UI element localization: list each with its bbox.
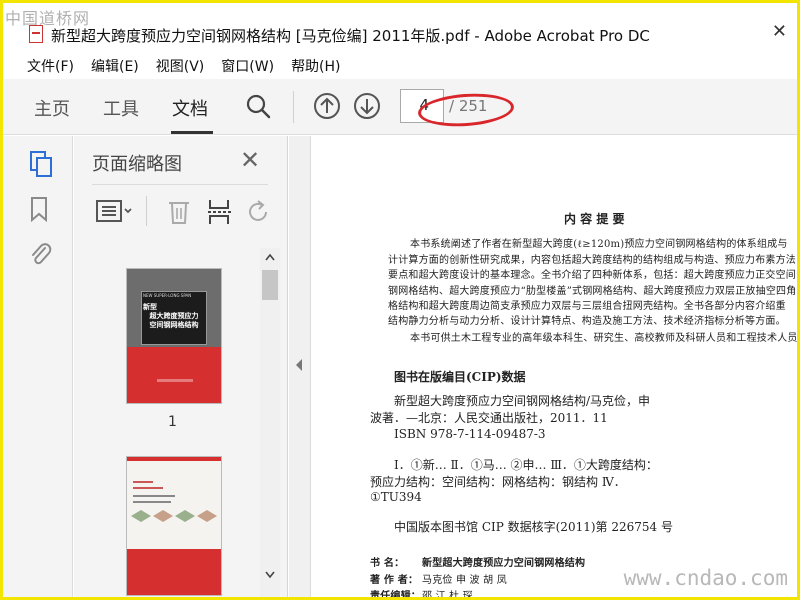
editor-label: 责任编辑： — [370, 591, 421, 597]
doc-paragraph-line: 结构静力分析与动力分析、设计计算特点、构造及施工方法、技术经济指标分析等方面。 — [388, 316, 786, 327]
cip-number: 中国版本图书馆 CIP 数据核字(2011)第 226754 号 — [394, 520, 673, 534]
thumbnail-scrollbar[interactable] — [260, 248, 280, 597]
panel-collapse-strip[interactable] — [289, 136, 311, 597]
page-thumbnail-1[interactable]: NEW SUPER-LONG SPAN 新型 超大跨度预应力 空间钢网格结构 — [126, 268, 222, 404]
panel-divider — [92, 184, 268, 185]
navigation-rail — [3, 136, 73, 597]
next-page-icon[interactable] — [353, 92, 381, 124]
cip-title: 图书在版编目(CIP)数据 — [394, 370, 526, 384]
bookname-label: 书 名： — [370, 558, 405, 569]
menu-edit[interactable]: 编辑(E) — [91, 56, 139, 76]
thumbnail-page-number: 1 — [168, 414, 177, 430]
class-line: ①TU394 — [370, 490, 422, 504]
thumb-cover-banner: NEW SUPER-LONG SPAN — [143, 293, 192, 298]
title-bar: 中国道桥网 新型超大跨度预应力空间钢网格结构 [马克俭编] 2011年版.pdf… — [3, 3, 797, 53]
thumbnail-list: NEW SUPER-LONG SPAN 新型 超大跨度预应力 空间钢网格结构 1 — [74, 246, 260, 597]
scrollbar-thumb[interactable] — [262, 270, 278, 300]
editor-value: 邵 江 杜 琛 — [422, 591, 473, 597]
search-icon[interactable] — [245, 93, 271, 123]
menu-help[interactable]: 帮助(H) — [291, 56, 340, 76]
rotate-icon[interactable] — [246, 198, 272, 230]
pdf-file-icon — [29, 25, 43, 43]
menu-bar: 文件(F) 编辑(E) 视图(V) 窗口(W) 帮助(H) — [3, 53, 797, 79]
cip-line: 新型超大跨度预应力空间钢网格结构/马克俭，申 — [394, 394, 651, 408]
doc-paragraph-line: 本书系统阐述了作者在新型超大跨度(ℓ≥120m)预应力空间钢网格结构的体系组成与 — [410, 239, 788, 250]
bookname-value: 新型超大跨度预应力空间钢网格结构 — [422, 558, 586, 569]
window-title: 新型超大跨度预应力空间钢网格结构 [马克俭编] 2011年版.pdf - Ado… — [51, 27, 650, 45]
panel-close-button[interactable]: ✕ — [240, 146, 260, 174]
tab-document[interactable]: 文档 — [172, 95, 208, 121]
thumb-cover-title: 新型 超大跨度预应力 空间钢网格结构 — [143, 303, 199, 329]
thumbnail-options-icon[interactable] — [96, 198, 134, 228]
authors-value: 马克俭 申 波 胡 凤 — [422, 575, 507, 586]
active-tab-indicator — [171, 131, 213, 134]
attachment-icon[interactable] — [29, 240, 53, 272]
page-thumbnail-2[interactable] — [126, 456, 222, 596]
thumbnail-panel: 页面缩略图 ✕ NEW SUPER-LONG SPAN 新型 超大跨度预应力 空… — [74, 136, 288, 597]
doc-heading: 内 容 提 要 — [564, 212, 625, 226]
watermark-bottom: www.cndao.com — [623, 566, 788, 590]
document-view[interactable]: 内 容 提 要 本书系统阐述了作者在新型超大跨度(ℓ≥120m)预应力空间钢网格… — [312, 136, 797, 597]
doc-paragraph-line: 本书可供土木工程专业的高年级本科生、研究生、高校教师及科研人员和工程技术人员参考 — [410, 333, 797, 344]
bookmark-icon[interactable] — [29, 196, 49, 226]
delete-icon[interactable] — [166, 198, 192, 230]
panel-title: 页面缩略图 — [92, 154, 182, 175]
tab-tools[interactable]: 工具 — [103, 95, 139, 121]
collapse-arrow-icon[interactable] — [294, 358, 304, 372]
menu-file[interactable]: 文件(F) — [27, 56, 74, 76]
doc-paragraph-line: 要点和超大跨度设计的基本理念。全书介绍了四种新体系，包括：超大跨度预应力正交空间 — [388, 270, 796, 281]
window-close-button[interactable]: ✕ — [772, 21, 787, 42]
doc-paragraph-line: 计计算方面的创新性研究成果，内容包括超大跨度结构的结构组成与构造、预应力布素方法 — [388, 255, 796, 266]
scroll-down-icon[interactable] — [264, 570, 276, 580]
split-page-icon[interactable] — [206, 198, 234, 230]
page-thumbnails-icon[interactable] — [29, 150, 53, 182]
cip-isbn: ISBN 978-7-114-09487-3 — [394, 427, 546, 441]
previous-page-icon[interactable] — [313, 92, 341, 124]
scroll-up-icon[interactable] — [264, 252, 276, 262]
doc-paragraph-line: 钢网格结构、超大跨度预应力“肋型楼盖”式钢网格结构、超大跨度预应力双层正放抽空四… — [388, 286, 797, 297]
tab-home[interactable]: 主页 — [34, 95, 70, 121]
authors-label: 著 作 者： — [370, 575, 419, 586]
class-line: Ⅰ．①新… Ⅱ．①马… ②申… Ⅲ．①大跨度结构： — [394, 458, 658, 472]
toolbar-separator — [293, 91, 294, 123]
class-line: 预应力结构：空间结构：网格结构：钢结构 Ⅳ． — [370, 475, 626, 489]
menu-window[interactable]: 窗口(W) — [221, 56, 274, 76]
doc-paragraph-line: 格结构和超大跨度周边简支承预应力双层与三层组合扭网壳结构。全书各部分内容介绍重 — [388, 301, 786, 312]
tool-separator — [146, 196, 147, 226]
toolbar: 主页 工具 文档 4 / 251 — [3, 79, 797, 135]
menu-view[interactable]: 视图(V) — [156, 56, 205, 76]
cip-line: 波著．—北京：人民交通出版社，2011．11 — [370, 411, 608, 425]
